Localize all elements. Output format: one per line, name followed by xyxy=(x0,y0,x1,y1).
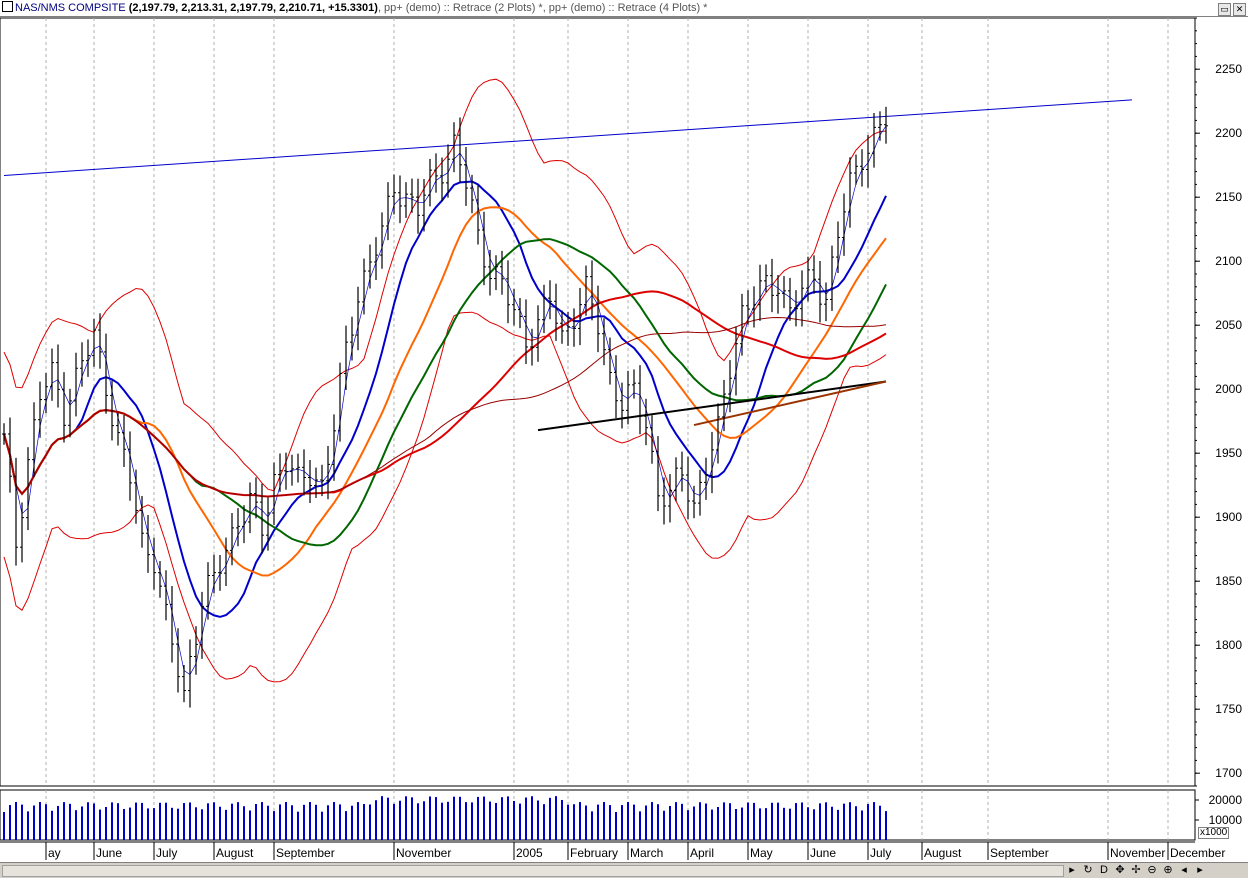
month-label: May xyxy=(750,846,773,860)
refresh-icon[interactable]: ↻ xyxy=(1080,863,1096,878)
window-menu-icon[interactable] xyxy=(2,1,13,12)
daily-icon[interactable]: D xyxy=(1096,863,1112,878)
volume-unit-label: x1000 xyxy=(1198,827,1230,839)
month-label: August xyxy=(924,846,962,860)
prev-icon[interactable]: ◂ xyxy=(1176,863,1192,878)
y-tick-label: 1950 xyxy=(1215,446,1242,460)
restore-icon[interactable]: ▭ xyxy=(1218,3,1231,16)
month-label: April xyxy=(690,846,714,860)
month-label: March xyxy=(630,846,663,860)
month-label: ay xyxy=(48,846,61,860)
month-label: November xyxy=(396,846,451,860)
y-tick-label: 1850 xyxy=(1215,574,1242,588)
pan-icon[interactable]: ✢ xyxy=(1128,863,1144,878)
month-label: September xyxy=(990,846,1049,860)
y-tick-label: 2150 xyxy=(1215,190,1242,204)
volume-tick-label: 20000 xyxy=(1209,793,1243,807)
y-tick-label: 2050 xyxy=(1215,318,1242,332)
month-label: June xyxy=(810,846,836,860)
scroll-right-icon[interactable]: ▸ xyxy=(1064,863,1080,878)
zoom-in-icon[interactable]: ⊕ xyxy=(1160,863,1176,878)
y-tick-label: 2100 xyxy=(1215,254,1242,268)
month-label: 2005 xyxy=(516,846,543,860)
month-label: August xyxy=(216,846,254,860)
ohlc-values: (2,197.79, 2,213.31, 2,197.79, 2,210.71,… xyxy=(128,2,378,14)
volume-tick-label: 10000 xyxy=(1209,813,1243,827)
horizontal-scrollbar[interactable] xyxy=(2,865,1064,877)
month-label: November xyxy=(1110,846,1165,860)
month-label: February xyxy=(570,846,618,860)
chart-title-bar[interactable]: NAS/NMS COMPSITE (2,197.79, 2,213.31, 2,… xyxy=(0,0,1248,17)
month-label: September xyxy=(276,846,335,860)
chart-status-bar: ▸ ↻ D ✥ ✢ ⊖ ⊕ ◂ ▸ xyxy=(0,862,1248,878)
price-frame xyxy=(0,17,1196,787)
y-tick-label: 2250 xyxy=(1215,62,1242,76)
month-label: December xyxy=(1170,846,1225,860)
y-tick-label: 1800 xyxy=(1215,638,1242,652)
nasdaq-chart[interactable]: 1700 1750 1800 1850 1900 1950 2000 2050 2100 2150… xyxy=(0,0,1248,877)
month-label: July xyxy=(870,846,891,860)
next-icon[interactable]: ▸ xyxy=(1192,863,1208,878)
chart-toolbar: ▸ ↻ D ✥ ✢ ⊖ ⊕ ◂ ▸ xyxy=(1064,863,1208,878)
volume-panel[interactable]: ay June July August September November 2005 Feb… xyxy=(0,789,1243,860)
y-tick-label: 2200 xyxy=(1215,126,1242,140)
zoom-out-icon[interactable]: ⊖ xyxy=(1144,863,1160,878)
studies-list: , pp+ (demo) :: Retrace (2 Plots) *, pp+… xyxy=(377,2,708,14)
y-tick-label: 1900 xyxy=(1215,510,1242,524)
crosshair-icon[interactable]: ✥ xyxy=(1112,863,1128,878)
price-panel[interactable]: 1700 1750 1800 1850 1900 1950 2000 2050 2100 2150… xyxy=(0,17,1242,787)
y-tick-label: 1750 xyxy=(1215,702,1242,716)
close-icon[interactable]: ✕ xyxy=(1233,3,1246,16)
month-label: July xyxy=(156,846,177,860)
y-tick-label: 1700 xyxy=(1215,766,1242,780)
month-label: June xyxy=(96,846,122,860)
symbol-label: NAS/NMS COMPSITE xyxy=(15,2,126,14)
window-buttons: ▭ ✕ xyxy=(1216,1,1246,16)
y-tick-label: 2000 xyxy=(1215,382,1242,396)
